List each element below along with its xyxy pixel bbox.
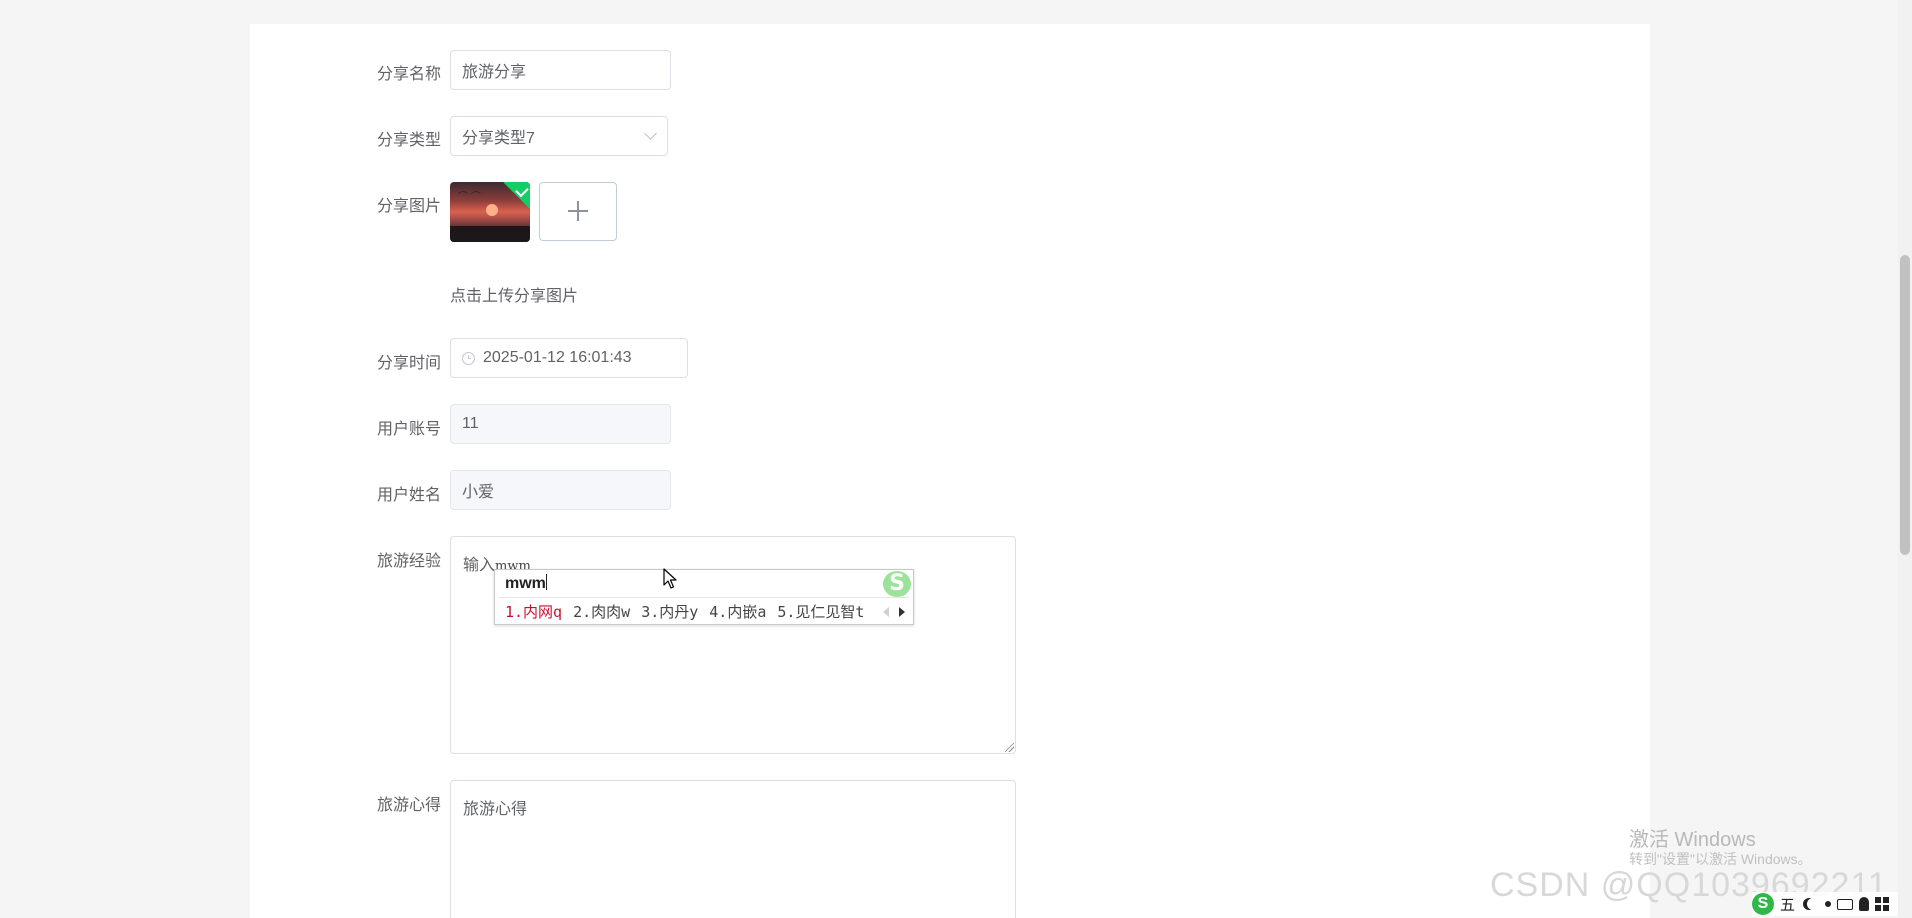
share-name-label: 分享名称 — [376, 66, 441, 83]
share-type-select[interactable]: 分享类型7 — [450, 116, 668, 156]
ime-status-bar: S 五 — [1752, 892, 1898, 916]
share-time-value: 2025-01-12 16:01:43 — [483, 349, 632, 366]
ime-candidate-1[interactable]: 1.内网q — [505, 601, 562, 622]
upload-image-button[interactable] — [539, 182, 617, 241]
ime-candidate-5[interactable]: 5.见仁见智t — [777, 601, 864, 622]
wubi-mode-indicator[interactable]: 五 — [1780, 894, 1795, 915]
user-name-value: 小爱 — [462, 484, 495, 501]
sogou-tray-icon[interactable]: S — [1752, 893, 1774, 915]
ime-divider — [499, 597, 909, 598]
mouse-pointer-icon — [663, 568, 677, 589]
share-time-picker[interactable]: 2025-01-12 16:01:43 — [450, 338, 688, 378]
chevron-down-icon — [644, 127, 657, 140]
moon-icon[interactable] — [1807, 898, 1819, 910]
user-name-input[interactable]: 小爱 — [450, 470, 671, 510]
share-name-input[interactable]: 旅游分享 — [450, 50, 671, 90]
ime-prev-page-icon[interactable] — [883, 607, 889, 617]
punctuation-dot-icon[interactable] — [1825, 901, 1832, 907]
user-account-value: 11 — [462, 415, 479, 432]
sunset-sun — [486, 204, 498, 216]
clock-icon — [462, 351, 475, 365]
shoreline — [450, 226, 530, 242]
birds-decoration: ⌒ ⌒ — [458, 192, 481, 203]
share-time-label: 分享时间 — [376, 355, 441, 372]
travel-insight-label: 旅游心得 — [376, 797, 441, 814]
travel-insight-placeholder: 旅游心得 — [463, 801, 528, 818]
ime-candidate-4[interactable]: 4.内嵌a — [709, 601, 766, 622]
toolbox-grid-icon[interactable] — [1875, 897, 1890, 911]
page-scrollbar[interactable] — [1898, 0, 1912, 918]
windows-activation-title: 激活 Windows — [1629, 829, 1756, 851]
page: 分享名称 旅游分享 分享类型 分享类型7 分享图片 ⌒ ⌒ 点击上传分享图片 分… — [0, 0, 1912, 918]
user-name-label: 用户姓名 — [376, 487, 441, 504]
share-type-label: 分享类型 — [376, 132, 441, 149]
uploaded-image-thumbnail[interactable]: ⌒ ⌒ — [450, 182, 530, 242]
user-icon[interactable] — [1859, 897, 1870, 911]
keyboard-icon[interactable] — [1837, 898, 1854, 910]
travel-experience-value: 输入 — [463, 557, 496, 574]
share-image-label: 分享图片 — [376, 198, 441, 215]
plus-icon — [568, 201, 588, 221]
share-type-value: 分享类型7 — [462, 130, 535, 147]
travel-experience-label: 旅游经验 — [376, 553, 441, 570]
ime-candidate-list: 1.内网q 2.肉肉w 3.内丹y 4.内嵌a 5.见仁见智t — [505, 601, 864, 622]
ime-candidate-2[interactable]: 2.肉肉w — [573, 601, 630, 622]
travel-insight-textarea[interactable]: 旅游心得 — [450, 780, 1016, 918]
share-name-value: 旅游分享 — [462, 64, 527, 81]
user-account-input[interactable]: 11 — [450, 404, 671, 444]
resize-handle-icon[interactable] — [1005, 743, 1014, 752]
user-account-label: 用户账号 — [376, 421, 441, 438]
ime-composition-text: mwm — [505, 574, 547, 592]
sogou-logo-icon: S — [883, 571, 911, 597]
ime-candidate-window: mwm S 1.内网q 2.肉肉w 3.内丹y 4.内嵌a 5.见仁见智t — [494, 569, 914, 625]
ime-candidate-3[interactable]: 3.内丹y — [641, 601, 698, 622]
upload-hint: 点击上传分享图片 — [450, 288, 579, 305]
ime-next-page-icon[interactable] — [899, 607, 905, 617]
scrollbar-thumb[interactable] — [1900, 255, 1910, 555]
